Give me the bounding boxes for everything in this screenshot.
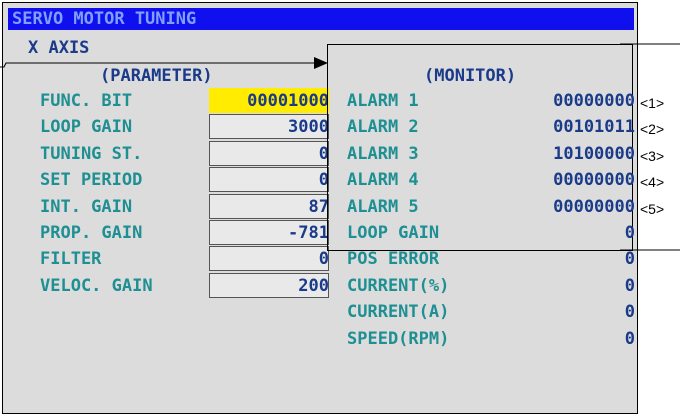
- monitor-value: 00000000: [553, 170, 635, 190]
- monitor-value: 00000000: [553, 91, 635, 111]
- parameter-label: SET PERIOD: [40, 170, 143, 190]
- alarm-callout: <1>: [640, 95, 665, 111]
- parameter-value: 0: [318, 249, 329, 269]
- parameter-value: -781: [288, 223, 329, 243]
- monitor-label: LOOP GAIN: [347, 223, 440, 243]
- monitor-label: SPEED(RPM): [347, 329, 450, 349]
- monitor-label: ALARM 3: [347, 144, 419, 164]
- parameter-label: PROP. GAIN: [40, 223, 143, 243]
- parameter-label: FUNC. BIT: [40, 91, 133, 111]
- monitor-value: 0: [624, 276, 635, 296]
- monitor-value: 00000000: [553, 197, 635, 217]
- parameter-value: 0: [318, 170, 329, 190]
- alarm-callout: <4>: [640, 174, 665, 190]
- monitor-value: 10100000: [553, 144, 635, 164]
- monitor-value: 0: [624, 329, 635, 349]
- monitor-value: 0: [624, 302, 635, 322]
- parameter-header: (PARAMETER): [100, 66, 213, 86]
- monitor-label: ALARM 1: [347, 91, 419, 111]
- parameter-value: 200: [298, 276, 329, 296]
- parameter-label: TUNING ST.: [40, 144, 143, 164]
- alarm-callout: <5>: [640, 201, 665, 217]
- monitor-header: (MONITOR): [424, 66, 517, 86]
- monitor-label: ALARM 2: [347, 117, 419, 137]
- parameter-label: FILTER: [40, 249, 102, 269]
- alarm-callout: <3>: [640, 148, 665, 164]
- monitor-label: POS ERROR: [347, 249, 440, 269]
- monitor-value: 00101011: [553, 117, 635, 137]
- parameter-label: LOOP GAIN: [40, 117, 133, 137]
- alarm-callout: <2>: [640, 121, 665, 137]
- monitor-value: 0: [624, 223, 635, 243]
- monitor-label: CURRENT(A): [347, 302, 450, 322]
- parameter-value: 00001000: [247, 91, 329, 111]
- monitor-label: ALARM 5: [347, 197, 419, 217]
- parameter-value: 0: [318, 144, 329, 164]
- monitor-value: 0: [624, 249, 635, 269]
- parameter-label: VELOC. GAIN: [40, 276, 153, 296]
- monitor-label: ALARM 4: [347, 170, 419, 190]
- monitor-label: CURRENT(%): [347, 276, 450, 296]
- title-bar: SERVO MOTOR TUNING: [8, 8, 634, 30]
- parameter-value: 3000: [288, 117, 329, 137]
- screen-title: SERVO MOTOR TUNING: [12, 9, 197, 29]
- parameter-value: 87: [308, 197, 329, 217]
- parameter-label: INT. GAIN: [40, 197, 133, 217]
